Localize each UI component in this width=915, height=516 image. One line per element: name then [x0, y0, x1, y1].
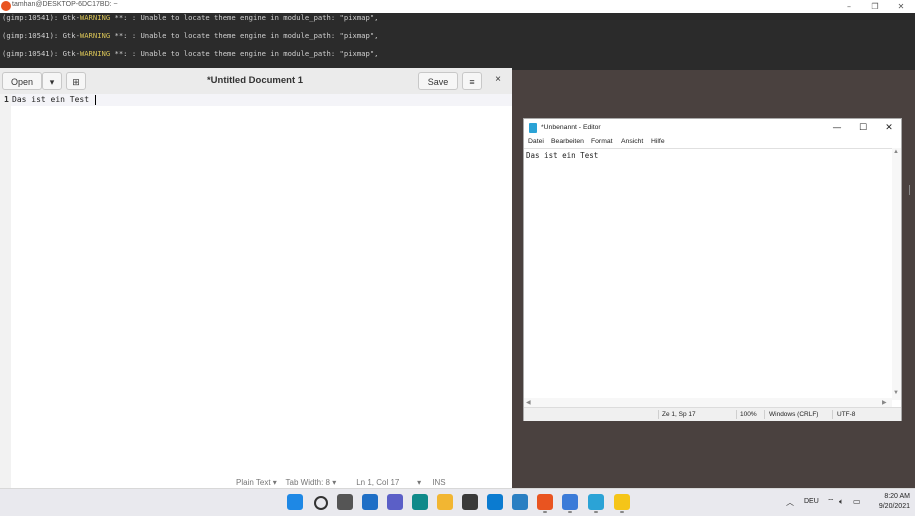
start-icon[interactable]	[287, 494, 303, 510]
terminal-text-mid: **:	[110, 49, 132, 58]
terminal-line: (gimp:10541): Gtk-WARNING **: : Unable t…	[2, 31, 378, 40]
menu-bearbeiten[interactable]: Bearbeiten	[551, 138, 584, 145]
terminal-text-mid: **:	[110, 31, 132, 40]
terminal-titlebar[interactable]: tamhan@DESKTOP-6DC17BD: ~ – ❐ ✕	[0, 0, 915, 13]
running-indicator	[594, 511, 598, 513]
skype-icon[interactable]	[487, 494, 503, 510]
terminal-text-rest: : Unable to locate theme engine in modul…	[131, 31, 379, 40]
document-title: *Untitled Document 1	[206, 75, 304, 86]
tray-overflow-chevron-icon[interactable]: ︿	[786, 497, 794, 508]
cursor-position: Ze 1, Sp 17	[662, 411, 696, 418]
edge-handle	[909, 185, 910, 195]
terminal-line: (gimp:10541): Gtk-WARNING **: : Unable t…	[2, 13, 378, 22]
line-number-gutter	[0, 94, 11, 488]
terminal-close-button[interactable]: ✕	[888, 0, 914, 13]
notepad-close-button[interactable]: ✕	[876, 119, 902, 137]
status-divider	[658, 410, 659, 419]
notepad-maximize-button[interactable]: ☐	[850, 119, 876, 137]
notepad-icon[interactable]	[588, 494, 604, 510]
terminal-text-prefix: (gimp:10541): Gtk-	[2, 49, 80, 58]
taskbar: ︿ DEU ⌔ 🔈︎ ▭ 8:20 AM 9/20/2021	[0, 488, 915, 516]
menu-format[interactable]: Format	[591, 138, 613, 145]
battery-icon[interactable]: ▭	[853, 497, 861, 506]
status-divider	[764, 410, 765, 419]
horizontal-scrollbar[interactable]: ◀ ▶	[524, 398, 892, 407]
edge-icon[interactable]	[412, 494, 428, 510]
file-explorer-icon[interactable]	[437, 494, 453, 510]
clock-date[interactable]: 9/20/2021	[864, 503, 910, 510]
ubuntu-icon[interactable]	[537, 494, 553, 510]
notepad-title: *Unbenannt - Editor	[541, 124, 601, 131]
terminal-maximize-button[interactable]: ❐	[862, 0, 888, 13]
scroll-right-icon[interactable]: ▶	[882, 399, 887, 406]
terminal-text-warn: WARNING	[79, 49, 111, 58]
search-icon[interactable]	[314, 496, 328, 510]
terminal-text-prefix: (gimp:10541): Gtk-	[2, 31, 80, 40]
store-icon[interactable]	[462, 494, 478, 510]
notepad-text[interactable]: Das ist ein Test	[526, 151, 598, 160]
scroll-up-icon[interactable]: ▲	[893, 149, 899, 155]
status-divider	[736, 410, 737, 419]
gedit-close-icon[interactable]: ×	[490, 74, 506, 88]
text-cursor	[95, 95, 96, 105]
wifi-icon[interactable]: ⌔	[827, 497, 835, 507]
terminal-title: tamhan@DESKTOP-6DC17BD: ~	[12, 1, 118, 8]
clock-time[interactable]: 8:20 AM	[870, 493, 910, 500]
terminal-text-rest: : Unable to locate theme engine in modul…	[131, 13, 379, 22]
widgets-icon[interactable]	[362, 494, 378, 510]
task-view-icon[interactable]	[337, 494, 353, 510]
running-indicator	[620, 511, 624, 513]
terminal-text-mid: **:	[110, 13, 132, 22]
vertical-scrollbar[interactable]: ▲ ▼	[892, 148, 901, 400]
linux-icon[interactable]	[614, 494, 630, 510]
gedit-statusbar: Plain Text ▾ Tab Width: 8 ▾ Ln 1, Col 17…	[0, 479, 512, 488]
line-number: 1	[4, 95, 9, 104]
save-button[interactable]: Save	[418, 72, 458, 90]
menu-ansicht[interactable]: Ansicht	[621, 138, 643, 145]
terminal-text-rest: : Unable to locate theme engine in modul…	[131, 49, 379, 58]
terminal-text-warn: WARNING	[79, 13, 111, 22]
gedit-icon[interactable]	[562, 494, 578, 510]
notepad-statusbar: Ze 1, Sp 17 100% Windows (CRLF) UTF-8	[524, 407, 901, 421]
teams-icon[interactable]	[387, 494, 403, 510]
open-button[interactable]: Open	[2, 72, 42, 90]
new-tab-icon[interactable]: ⊞	[66, 72, 86, 90]
volume-icon[interactable]: 🔈︎	[839, 497, 844, 507]
photos-icon[interactable]	[512, 494, 528, 510]
running-indicator	[543, 511, 547, 513]
terminal-minimize-button[interactable]: –	[836, 0, 862, 13]
status-divider	[832, 410, 833, 419]
keyboard-language[interactable]: DEU	[804, 498, 819, 505]
terminal-line: (gimp:10541): Gtk-WARNING **: : Unable t…	[2, 49, 378, 58]
gedit-status-text: Plain Text ▾ Tab Width: 8 ▾ Ln 1, Col 17…	[236, 479, 446, 487]
gedit-headerbar: Open ▾ ⊞ *Untitled Document 1 Save ≡ ×	[0, 68, 512, 95]
gedit-window[interactable]: Open ▾ ⊞ *Untitled Document 1 Save ≡ × 1…	[0, 68, 512, 488]
running-indicator	[568, 511, 572, 513]
notepad-menubar: Datei Bearbeiten Format Ansicht Hilfe	[524, 137, 901, 148]
notepad-titlebar[interactable]: *Unbenannt - Editor — ☐ ✕	[524, 119, 901, 137]
zoom-level: 100%	[740, 411, 757, 418]
notepad-edit-area[interactable]: Das ist ein Test	[524, 148, 892, 411]
menu-datei[interactable]: Datei	[528, 138, 544, 145]
notepad-icon	[529, 123, 537, 133]
ubuntu-icon	[1, 1, 11, 11]
open-dropdown-button[interactable]: ▾	[42, 72, 62, 90]
encoding: UTF-8	[837, 411, 856, 418]
gedit-text-area[interactable]: Das ist ein Test	[12, 95, 89, 104]
line-ending: Windows (CRLF)	[769, 411, 819, 418]
scroll-down-icon[interactable]: ▼	[893, 390, 899, 396]
notepad-minimize-button[interactable]: —	[824, 119, 850, 137]
menu-hilfe[interactable]: Hilfe	[651, 138, 665, 145]
terminal-text-warn: WARNING	[79, 31, 111, 40]
hamburger-menu-icon[interactable]: ≡	[462, 72, 482, 90]
notepad-window[interactable]: *Unbenannt - Editor — ☐ ✕ Datei Bearbeit…	[523, 118, 902, 421]
terminal-text-prefix: (gimp:10541): Gtk-	[2, 13, 80, 22]
scroll-left-icon[interactable]: ◀	[526, 399, 531, 406]
